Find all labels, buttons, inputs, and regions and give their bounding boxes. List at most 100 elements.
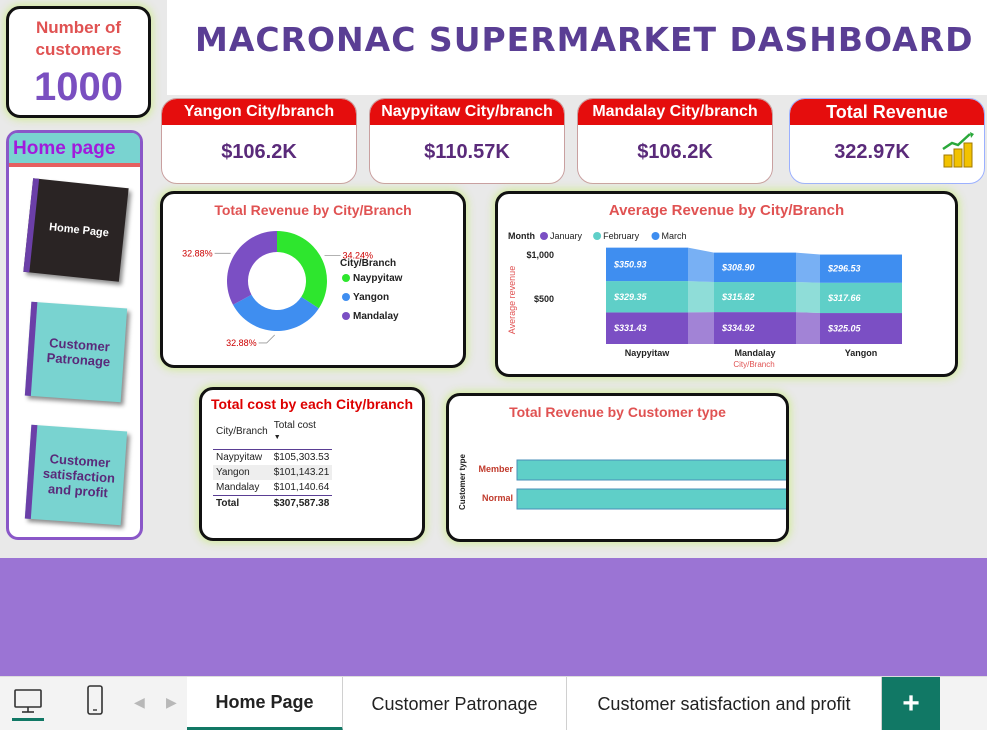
kpi-value: $106.2K	[221, 141, 297, 163]
revenue-by-city-card: Total Revenue by City/Branch 34.24% 32.88…	[160, 191, 466, 368]
table-total-row: Total $307,587.38	[213, 495, 333, 511]
table-row: Yangon $101,143.21	[213, 465, 333, 480]
nav-customer-patronage-button[interactable]: Customer Patronage	[24, 301, 128, 403]
leader-line	[258, 334, 275, 344]
kpi-label: Total Revenue	[790, 99, 984, 125]
nav-item-label: Customer Patronage	[46, 335, 111, 370]
table-cell: Mandalay	[216, 482, 260, 493]
table-cell: Yangon	[213, 465, 271, 480]
column-header[interactable]: Total cost ▼	[270, 418, 333, 450]
x-tick: Yangon	[845, 348, 878, 358]
legend-marker	[593, 232, 602, 240]
table-cell: $105,303.53	[273, 452, 330, 463]
sort-desc-icon: ▼	[273, 434, 281, 441]
table-row: Mandalay $101,140.64	[213, 480, 332, 496]
kpi-naypyitaw: Naypyitaw City/branch $110.57K	[369, 98, 565, 184]
x-tick: Naypyitaw	[625, 348, 671, 358]
ribbon	[796, 282, 820, 314]
title-area: MACRONAC SUPERMARKET DASHBOARD	[167, 0, 987, 95]
y-tick: Member	[478, 464, 513, 474]
customer-count-label: Number of customers	[35, 18, 122, 59]
cost-table: City/Branch Total cost ▼ Naypyitaw $105,3…	[213, 418, 333, 511]
customer-count-value: 1000	[34, 65, 123, 109]
chart-title: Total Revenue by Customer type	[509, 404, 726, 420]
data-label: $350.93	[613, 259, 647, 269]
chart-title: Total cost by each City/branch	[210, 396, 413, 412]
kpi-value: $106.2K	[637, 141, 713, 163]
data-label: $308.90	[721, 262, 755, 272]
y-tick: $500	[534, 294, 554, 304]
table-cell: $307,587.38	[270, 495, 333, 511]
dashboard-title: MACRONAC SUPERMARKET DASHBOARD	[195, 20, 974, 59]
avg-revenue-card: Average Revenue by City/Branch Month $1,…	[495, 191, 958, 377]
chevron-left-icon[interactable]: ◀	[134, 694, 145, 711]
desktop-view-icon[interactable]	[12, 687, 44, 721]
data-label: $329.35	[613, 292, 648, 302]
y-tick: Normal	[482, 493, 513, 503]
kpi-yangon: Yangon City/branch $106.2K	[161, 98, 357, 184]
tab-home-page[interactable]: Home Page	[187, 677, 343, 730]
slice-label: 32.88%	[182, 248, 213, 258]
legend-marker	[651, 232, 660, 240]
legend-marker	[540, 232, 548, 240]
bar[interactable]	[516, 459, 786, 481]
slice-label: 32.88%	[226, 338, 257, 348]
table-cell: $101,140.64	[273, 482, 330, 493]
customer-type-chart: Customer type Member164KNormal159K	[458, 453, 786, 510]
legend-entry: January	[550, 231, 583, 241]
legend-title: City/Branch	[340, 258, 396, 269]
tab-label: Customer satisfaction and profit	[597, 693, 851, 714]
data-label: $325.05	[827, 324, 862, 334]
nav-home-page-button[interactable]: Home Page	[23, 178, 129, 282]
data-label: $296.53	[827, 264, 861, 274]
donut-slice-mandalay[interactable]	[227, 231, 277, 305]
chart-title: Average Revenue by City/Branch	[608, 202, 845, 219]
chevron-right-icon[interactable]: ▶	[166, 694, 177, 711]
add-page-button[interactable]: +	[882, 677, 940, 730]
legend-marker	[342, 274, 350, 282]
column-header[interactable]: City/Branch	[213, 418, 271, 450]
column-header-label: Total cost	[273, 420, 316, 431]
total-cost-card: Total cost by each City/branch City/Bran…	[199, 387, 425, 541]
nav-item-label: Customer satisfaction and profit	[42, 450, 116, 500]
tab-customer-satisfaction[interactable]: Customer satisfaction and profit	[567, 677, 882, 730]
x-axis-label: City/Branch	[733, 360, 774, 369]
legend-marker	[342, 293, 350, 301]
donut-chart: 34.24%32.88%32.88%NaypyitawYangonMandala…	[182, 231, 403, 348]
ribbon	[688, 312, 714, 344]
ribbon	[796, 252, 820, 283]
tab-label: Customer Patronage	[371, 693, 538, 714]
mobile-view-icon[interactable]	[86, 684, 104, 716]
tab-customer-patronage[interactable]: Customer Patronage	[343, 677, 567, 730]
y-axis-label: Average revenue	[507, 266, 517, 334]
ribbon	[688, 247, 714, 283]
ribbon	[796, 312, 820, 344]
donut-slice-naypyitaw[interactable]	[277, 231, 327, 309]
revenue-by-customer-type-card: Total Revenue by Customer type Customer …	[446, 393, 789, 542]
x-tick: Mandalay	[734, 348, 775, 358]
data-label: $334.92	[721, 323, 755, 333]
kpi-value: $110.57K	[424, 141, 510, 163]
donut-slice-yangon[interactable]	[233, 294, 319, 331]
page-tab-bar: ◀ ▶ Home Page Customer Patronage Custome…	[0, 676, 987, 730]
nav-customer-satisfaction-button[interactable]: Customer satisfaction and profit	[24, 424, 128, 526]
coins-growth-icon	[942, 132, 974, 168]
kpi-label: Yangon City/branch	[162, 99, 356, 125]
chart-title: Total Revenue by City/Branch	[214, 202, 412, 218]
table-cell: $101,143.21	[270, 465, 333, 480]
legend-entry: March	[662, 231, 687, 241]
table-header-row: City/Branch Total cost ▼	[213, 418, 333, 450]
ribbon	[688, 281, 714, 313]
legend-entry: Mandalay	[353, 311, 399, 322]
kpi-label: Mandalay City/branch	[578, 99, 772, 125]
bar[interactable]	[516, 488, 786, 510]
nav-panel: Home page Home Page Customer Patronage C…	[6, 130, 143, 540]
kpi-mandalay: Mandalay City/branch $106.2K	[577, 98, 773, 184]
table-row: Naypyitaw $105,303.53	[213, 450, 332, 466]
table-cell: Total	[213, 495, 271, 511]
legend-entry: February	[603, 231, 640, 241]
legend-marker	[342, 312, 350, 320]
kpi-total-revenue: Total Revenue 322.97K	[789, 98, 985, 184]
purple-footer-band	[0, 558, 987, 676]
nav-title: Home page	[9, 133, 140, 167]
